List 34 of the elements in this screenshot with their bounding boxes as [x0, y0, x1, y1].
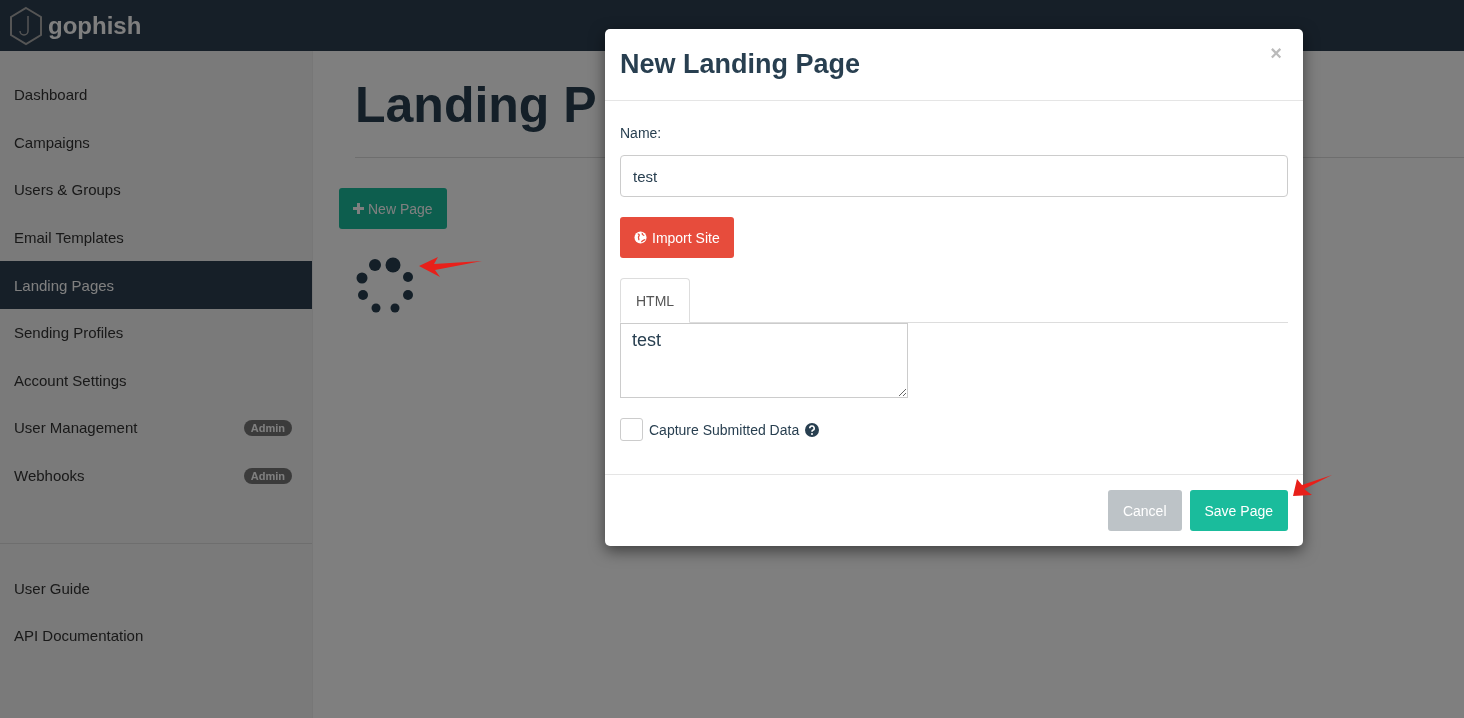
- admin-badge: Admin: [243, 419, 292, 436]
- sidebar-item[interactable]: Dashboard: [0, 71, 312, 119]
- sidebar-item-label: Campaigns: [14, 133, 90, 151]
- sidebar-item[interactable]: User Management Admin: [0, 404, 312, 452]
- import-site-button[interactable]: Import Site: [620, 217, 734, 258]
- capture-checkbox[interactable]: [620, 418, 643, 441]
- brand-name: gophish: [48, 11, 142, 40]
- sidebar-item[interactable]: Email Templates: [0, 213, 312, 262]
- hook-logo-icon: [8, 5, 44, 46]
- sidebar-item[interactable]: Campaigns: [0, 118, 312, 167]
- sidebar-item[interactable]: Landing Pages: [0, 261, 312, 309]
- sidebar-item[interactable]: Account Settings: [0, 356, 312, 405]
- plus-icon: [353, 203, 364, 214]
- sidebar-link[interactable]: API Documentation: [0, 611, 312, 660]
- name-label: Name:: [620, 125, 663, 141]
- sidebar-item-label: Dashboard: [14, 86, 88, 104]
- editor-tab[interactable]: HTML: [620, 278, 691, 323]
- primary-button[interactable]: Save Page: [1189, 490, 1288, 531]
- sidebar-item-label: Email Templates: [14, 229, 124, 247]
- sidebar-item-label: User Management: [14, 419, 138, 437]
- sidebar-item[interactable]: Users & Groups: [0, 166, 312, 214]
- admin-badge: Admin: [243, 467, 292, 484]
- help-icon[interactable]: [805, 422, 820, 437]
- sidebar-item[interactable]: Sending Profiles: [0, 308, 312, 357]
- capture-label: Capture Submitted Data: [649, 421, 800, 438]
- html-text-area[interactable]: test: [620, 323, 908, 398]
- sidebar-item-label: Users & Groups: [14, 181, 121, 199]
- sidebar-item-label: Sending Profiles: [14, 324, 124, 342]
- sidebar-item-label: Landing Pages: [14, 276, 115, 294]
- sidebar-link[interactable]: User Guide: [0, 564, 312, 612]
- name-input-field[interactable]: test: [620, 155, 1288, 197]
- sidebar-item-label: Account Settings: [14, 371, 127, 389]
- sidebar-item[interactable]: Webhooks Admin: [0, 451, 312, 500]
- sidebar-item-label: Webhooks: [14, 467, 85, 485]
